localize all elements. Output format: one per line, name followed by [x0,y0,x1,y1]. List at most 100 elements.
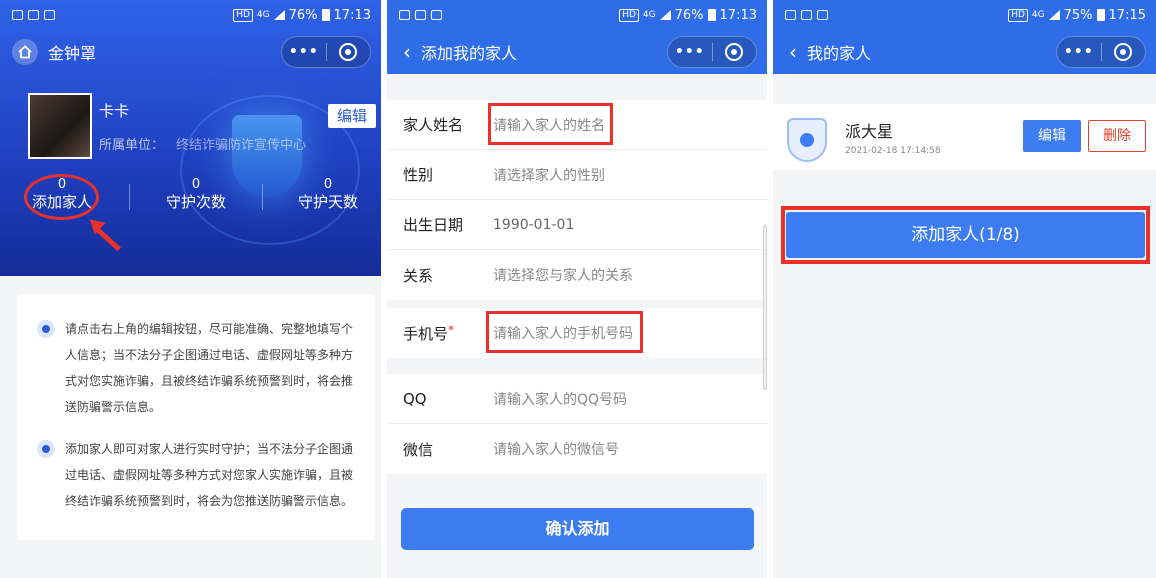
delete-family-button[interactable]: 删除 [1088,120,1146,152]
tip-text: 添加家人即可对家人进行实时守护；当不法分子企图通过电话、虚假网址等多种方式对您家… [65,442,354,508]
phone-screen-my-family: HD 4G 75% 17:15 ‹ 我的家人 ••• 派大星 2021-02-1… [773,0,1156,578]
clock: 17:13 [333,7,371,23]
battery-percent: 76% [288,7,318,23]
hd-badge: HD [233,8,253,22]
form-row-relation: 关系 请选择您与家人的关系 [387,250,767,300]
highlight-box [486,311,643,353]
hd-badge: HD [619,8,639,22]
notification-icon [801,10,812,20]
field-label: 手机号* [403,323,493,344]
family-name: 派大星 [845,122,894,141]
close-button[interactable] [1101,43,1145,61]
notification-icon [785,10,796,20]
avatar [28,93,92,159]
birthdate-picker[interactable]: 1990-01-01 [493,217,574,233]
target-icon [725,43,744,61]
battery-icon [1096,9,1105,21]
network-type: 4G [256,10,270,20]
nav-bar: ‹ 我的家人 ••• [773,30,1156,74]
stat-divider [129,184,130,210]
field-label: 性别 [403,166,434,184]
field-label: 微信 [403,440,434,459]
stat-value: 0 [191,177,201,192]
qq-input[interactable]: 请输入家人的QQ号码 [493,389,627,409]
family-member-card: 派大星 2021-02-18 17:14:58 编辑 删除 [773,104,1156,170]
highlight-box [488,103,613,145]
more-button[interactable]: ••• [1057,44,1101,60]
clock: 17:13 [719,7,757,23]
stat-guard-days: 0 守护天数 [283,178,373,212]
wechat-input[interactable]: 请输入家人的微信号 [493,439,619,459]
signal-icon [273,10,285,20]
back-arrow-icon[interactable]: ‹ [789,42,797,62]
form-row-birthdate: 出生日期 1990-01-01 [387,200,767,250]
stat-label: 守护次数 [165,193,226,211]
form-row-qq: QQ 请输入家人的QQ号码 [387,374,767,424]
relation-select[interactable]: 请选择您与家人的关系 [493,265,633,285]
gender-select[interactable]: 请选择家人的性别 [493,165,605,185]
confirm-add-button[interactable]: 确认添加 [401,508,754,550]
network-type: 4G [1031,10,1045,20]
signal-icon [1048,10,1060,20]
stat-label: 守护天数 [297,193,358,211]
home-icon [18,45,32,59]
edit-profile-button[interactable]: 编辑 [328,104,376,128]
battery-icon [707,9,716,21]
unit-label: 所属单位： [99,138,165,153]
nav-bar: ‹ 添加我的家人 ••• [387,30,767,74]
network-type: 4G [642,10,656,20]
unit-value: 终结诈骗防诈宣传中心 [176,138,307,153]
notification-icon [12,10,23,20]
status-bar: HD 4G 76% 17:13 [387,0,767,30]
field-label: 关系 [403,266,434,285]
edit-family-button[interactable]: 编辑 [1023,120,1081,152]
stat-guard-count: 0 守护次数 [151,178,241,212]
battery-percent: 76% [674,7,704,23]
target-icon [1114,43,1133,61]
shield-user-icon [787,118,827,162]
notification-icon [44,10,55,20]
notification-icon [399,10,410,20]
clock: 17:15 [1108,7,1146,23]
required-mark: * [448,322,455,337]
bell-icon [37,320,55,338]
tips-card: 请点击右上角的编辑按钮，尽可能准确、完整地填写个人信息；当不法分子企图通过电话、… [17,294,375,540]
miniprogram-capsule: ••• [281,36,371,68]
field-label: 家人姓名 [403,116,464,134]
status-bar: HD 4G 76% 17:13 [0,0,381,30]
status-bar: HD 4G 75% 17:15 [773,0,1156,30]
more-button[interactable]: ••• [282,44,326,60]
miniprogram-capsule: ••• [1056,36,1146,68]
close-button[interactable] [712,43,756,61]
stat-value: 0 [323,177,333,192]
form-row-gender: 性别 请选择家人的性别 [387,150,767,200]
phone-screen-add-family: HD 4G 76% 17:13 ‹ 添加我的家人 ••• 家人姓名 请输入家人的… [387,0,767,578]
close-button[interactable] [326,43,370,61]
battery-icon [321,9,330,21]
back-arrow-icon[interactable]: ‹ [403,42,411,62]
more-button[interactable]: ••• [668,44,712,60]
notification-icon [415,10,426,20]
page-title: 添加我的家人 [421,44,518,63]
phone-label: 手机号 [403,324,449,343]
nav-bar: 金钟罩 ••• [0,30,381,74]
tip-text: 请点击右上角的编辑按钮，尽可能准确、完整地填写个人信息；当不法分子企图通过电话、… [65,322,354,414]
user-name: 卡卡 [99,102,130,120]
add-family-button[interactable]: 添加家人(1/8) [786,212,1145,258]
home-button[interactable] [12,39,38,65]
tip-item: 添加家人即可对家人进行实时守护；当不法分子企图通过电话、虚假网址等多种方式对您家… [37,436,357,514]
field-label: QQ [403,389,427,408]
signal-icon [659,10,671,20]
page-title: 金钟罩 [48,44,97,63]
form-row-wechat: 微信 请输入家人的微信号 [387,424,767,474]
notification-icon [28,10,39,20]
user-guard-icon [37,440,55,458]
page-title: 我的家人 [807,44,872,63]
notification-icon [431,10,442,20]
field-label: 出生日期 [403,216,464,234]
target-icon [339,43,358,61]
scrollbar[interactable] [763,225,767,390]
stat-divider [262,184,263,210]
phone-screen-home: HD 4G 76% 17:13 金钟罩 ••• 卡卡 所属单位： 终结诈骗防诈宣… [0,0,381,578]
highlight-oval [24,174,99,220]
